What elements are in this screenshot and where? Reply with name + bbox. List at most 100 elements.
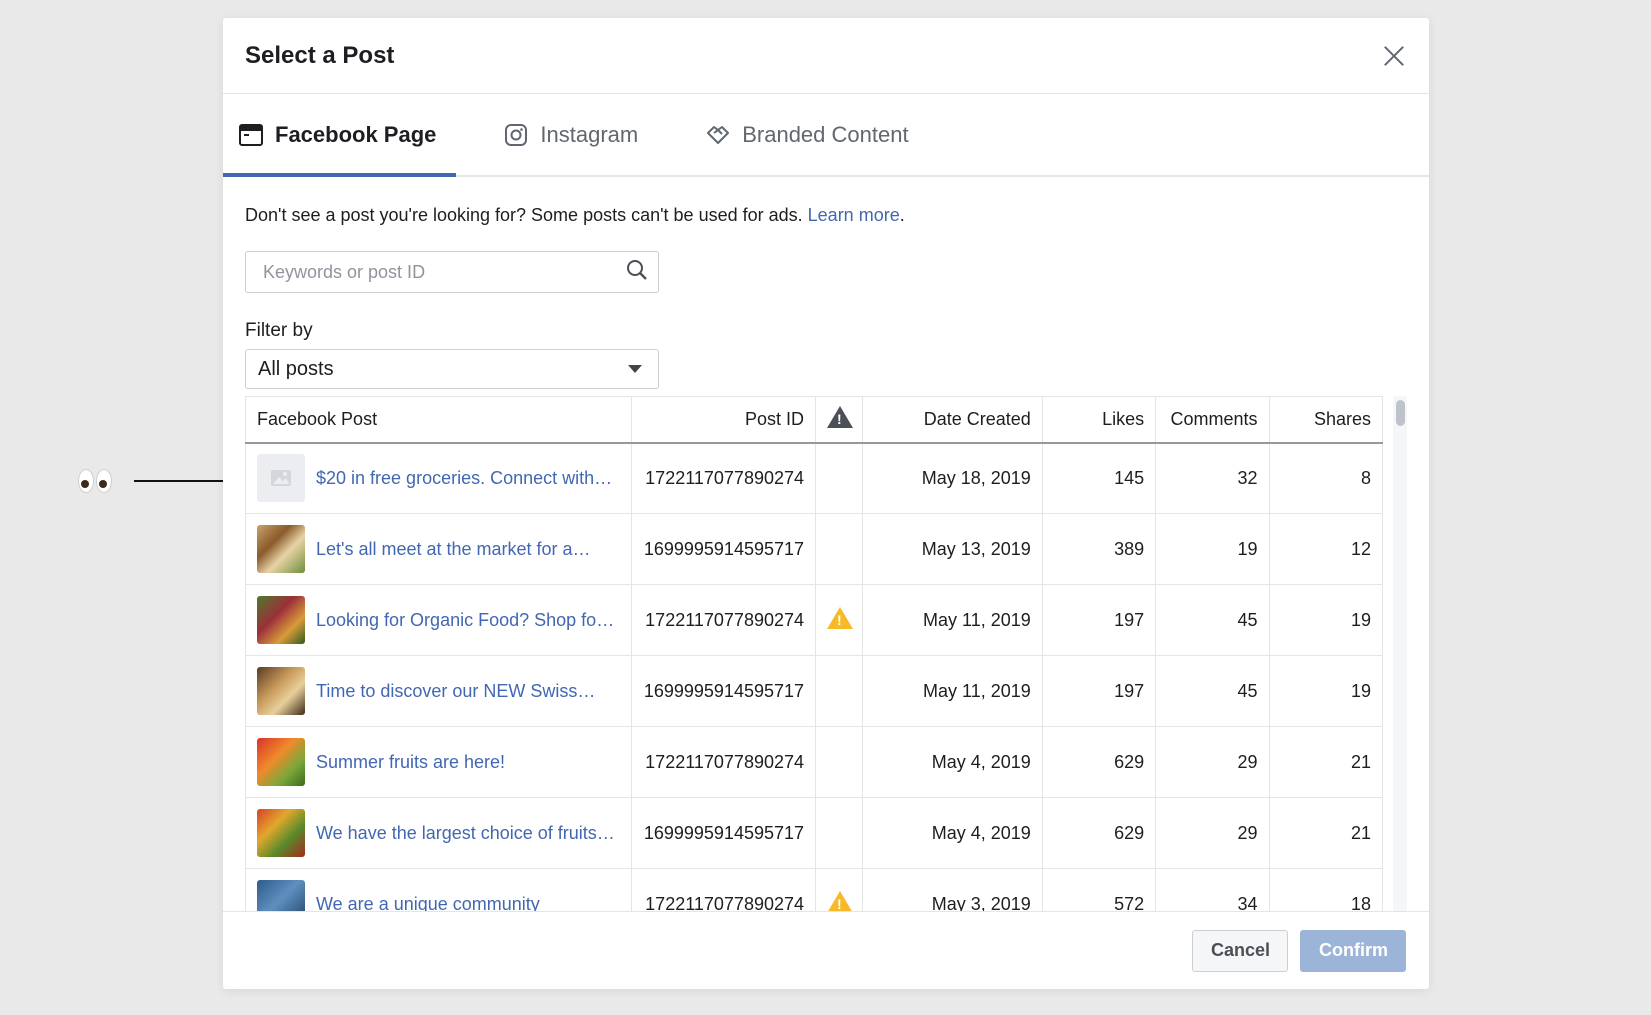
cell-facebook-post: Time to discover our NEW Swiss… [245,655,633,727]
cell-warning [815,513,863,585]
cell-likes: 629 [1041,797,1157,869]
post-link[interactable]: We have the largest choice of fruits… [316,823,615,844]
cell-comments: 29 [1155,797,1270,869]
cell-post-id: 1699995914595717 [631,797,817,869]
post-thumbnail [257,667,305,715]
dialog-footer: Cancel Confirm [223,911,1429,989]
warning-icon [827,890,854,911]
cell-date-created: May 13, 2019 [862,513,1043,585]
post-link[interactable]: Summer fruits are here! [316,752,505,773]
post-thumbnail [257,809,305,857]
cell-comments: 29 [1155,726,1270,798]
cell-likes: 629 [1041,726,1157,798]
cancel-button[interactable]: Cancel [1192,929,1288,972]
post-link[interactable]: Time to discover our NEW Swiss… [316,681,595,702]
cell-shares: 19 [1268,584,1384,656]
cell-date-created: May 18, 2019 [862,442,1043,514]
cell-date-created: May 4, 2019 [862,726,1043,798]
table-scrollbar[interactable] [1393,396,1407,911]
post-link[interactable]: Let's all meet at the market for a… [316,539,591,560]
search-input[interactable] [263,261,626,283]
tab-facebook-page[interactable]: Facebook Page [223,94,457,177]
confirm-button[interactable]: Confirm [1300,929,1406,972]
search-icon[interactable] [626,259,648,286]
table-row[interactable]: Let's all meet at the market for a… 1699… [245,513,1384,585]
post-link[interactable]: Looking for Organic Food? Shop for… [316,610,620,631]
scrollbar-thumb[interactable] [1396,400,1405,426]
cell-comments: 32 [1155,442,1270,514]
cell-warning [815,868,863,911]
cell-post-id: 1699995914595717 [631,655,817,727]
cell-shares: 18 [1268,868,1384,911]
cell-comments: 19 [1155,513,1270,585]
column-header-facebook-post[interactable]: Facebook Post [245,396,633,444]
cell-warning [815,797,863,869]
annotation-pointer [78,462,236,500]
table-row[interactable]: We are a unique community 17221170778902… [245,868,1384,912]
post-thumbnail [257,738,305,786]
cell-shares: 12 [1268,513,1384,585]
learn-more-link[interactable]: Learn more [808,205,900,225]
table-row[interactable]: Time to discover our NEW Swiss… 16999959… [245,655,1384,727]
cell-comments: 45 [1155,584,1270,656]
cell-shares: 19 [1268,655,1384,727]
column-header-post-id[interactable]: Post ID [631,396,817,444]
search-field[interactable] [245,251,659,293]
post-thumbnail [257,525,305,573]
posts-table: Facebook Post Post ID Date Created Likes… [245,396,1384,912]
dialog-header: Select a Post [223,18,1429,94]
column-header-warning[interactable] [815,396,863,444]
cell-facebook-post: $20 in free groceries. Connect with… [245,442,633,514]
tab-label: Instagram [540,121,639,147]
tab-branded-content[interactable]: Branded Content [690,94,928,175]
filter-select[interactable]: All posts [245,349,659,389]
eyes-emoji-icon [78,469,112,493]
cell-comments: 45 [1155,655,1270,727]
warning-icon [827,606,854,629]
column-header-shares[interactable]: Shares [1268,396,1384,444]
post-link[interactable]: $20 in free groceries. Connect with… [316,468,612,489]
cell-post-id: 1722117077890274 [631,442,817,514]
cell-likes: 572 [1041,868,1157,911]
image-placeholder-icon [257,454,305,503]
column-header-likes[interactable]: Likes [1041,396,1157,444]
column-header-date-created[interactable]: Date Created [862,396,1043,444]
cell-comments: 34 [1155,868,1270,911]
select-post-dialog: Select a Post Facebook Page Instagram Br… [223,18,1429,989]
close-icon[interactable] [1381,43,1407,69]
arrow-right-icon [134,475,236,487]
cell-post-id: 1722117077890274 [631,584,817,656]
warning-icon [827,405,854,428]
cell-post-id: 1722117077890274 [631,726,817,798]
post-thumbnail [257,880,305,911]
cell-warning [815,726,863,798]
cell-facebook-post: We have the largest choice of fruits… [245,797,633,869]
dialog-body: Don't see a post you're looking for? Som… [223,177,1429,389]
filter-selected-value: All posts [258,357,334,380]
post-thumbnail [257,596,305,644]
cell-likes: 197 [1041,655,1157,727]
dialog-title: Select a Post [245,41,395,69]
cell-facebook-post: We are a unique community [245,868,633,912]
posts-table-container: Facebook Post Post ID Date Created Likes… [245,396,1407,911]
table-row[interactable]: $20 in free groceries. Connect with… 172… [245,442,1384,514]
table-row[interactable]: Summer fruits are here! 1722117077890274… [245,726,1384,798]
table-row[interactable]: We have the largest choice of fruits… 16… [245,797,1384,869]
cell-likes: 197 [1041,584,1157,656]
column-header-comments[interactable]: Comments [1155,396,1270,444]
cell-warning [815,655,863,727]
tab-bar: Facebook Page Instagram Branded Content [223,94,1429,177]
handshake-icon [706,123,730,147]
cell-date-created: May 3, 2019 [862,868,1043,911]
cell-likes: 145 [1041,442,1157,514]
filter-label: Filter by [245,320,313,341]
table-row[interactable]: Looking for Organic Food? Shop for… 1722… [245,584,1384,656]
cell-date-created: May 11, 2019 [862,655,1043,727]
cell-facebook-post: Summer fruits are here! [245,726,633,798]
cell-facebook-post: Looking for Organic Food? Shop for… [245,584,633,656]
post-link[interactable]: We are a unique community [316,894,540,912]
tab-instagram[interactable]: Instagram [488,94,658,175]
instagram-icon [504,123,528,147]
chevron-down-icon [628,365,642,373]
table-header-row: Facebook Post Post ID Date Created Likes… [245,396,1384,444]
